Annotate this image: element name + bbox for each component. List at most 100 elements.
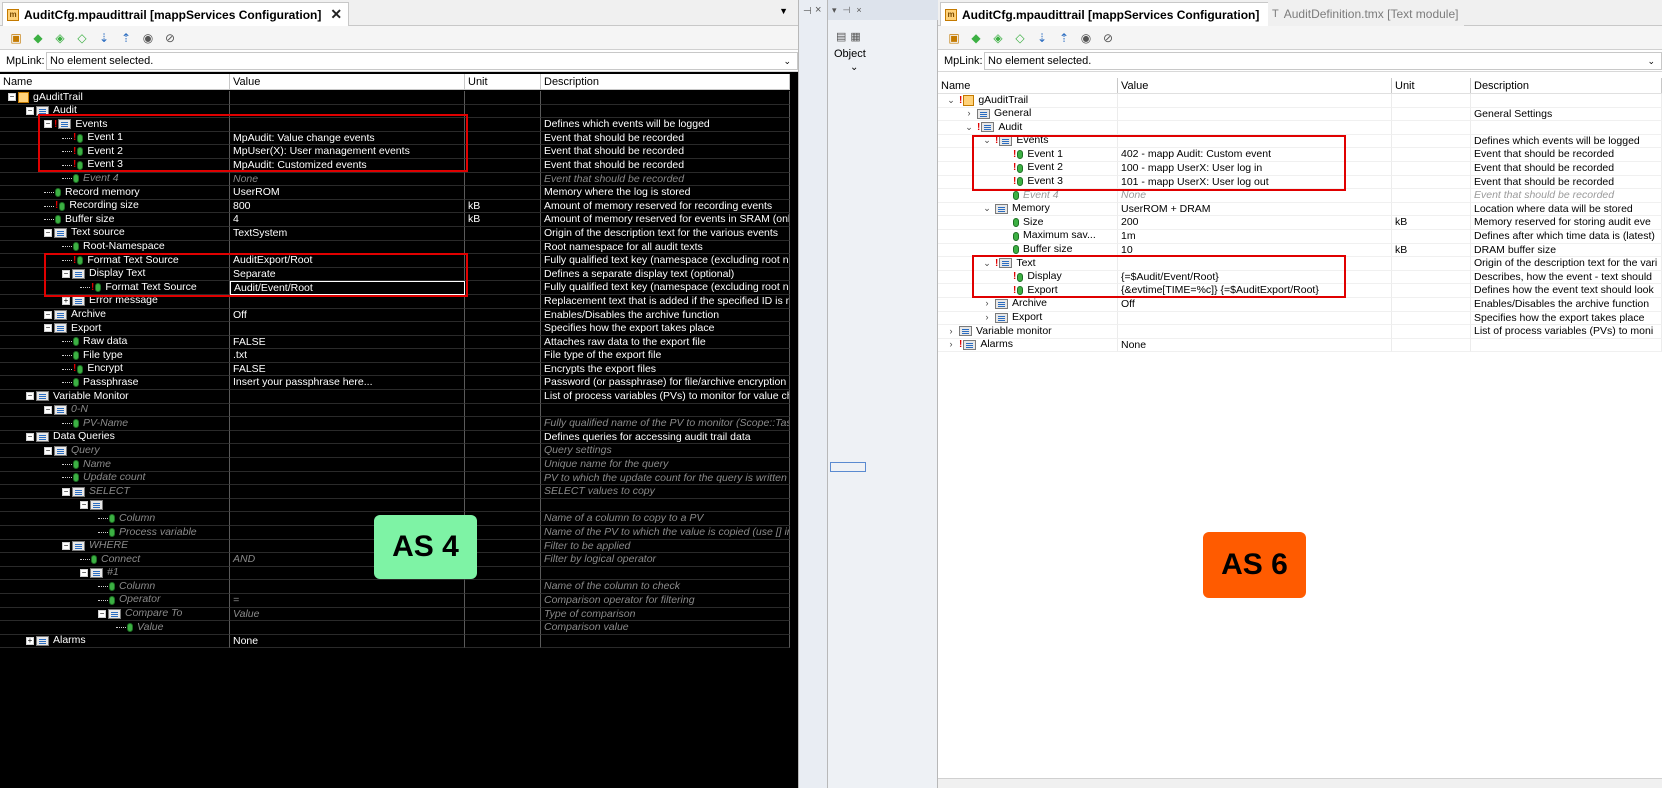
- add-group-icon[interactable]: ◇: [1010, 29, 1030, 47]
- tree-row[interactable]: ! Event 1 402 - mapp Audit: Custom event Ev…: [938, 148, 1662, 162]
- row-value-cell[interactable]: 101 - mapp UserX: User log out: [1118, 175, 1392, 190]
- row-value-cell[interactable]: Off: [230, 308, 465, 323]
- tree-row[interactable]: − Audit: [0, 104, 790, 119]
- row-value-cell[interactable]: FALSE: [230, 335, 465, 350]
- row-name-cell[interactable]: ! Event 3: [0, 158, 230, 173]
- chevron-down-icon[interactable]: ⌄: [982, 257, 992, 270]
- row-value-cell[interactable]: 4: [230, 213, 465, 227]
- row-name-cell[interactable]: Record memory: [0, 186, 230, 200]
- row-name-cell[interactable]: ⌄! Audit: [938, 121, 1118, 135]
- row-name-cell[interactable]: −! Events: [0, 118, 230, 132]
- row-value-cell[interactable]: [1118, 134, 1392, 149]
- tree-row[interactable]: › Variable monitor List of process variabl…: [938, 325, 1662, 339]
- expand-toggle-icon[interactable]: −: [44, 120, 52, 129]
- add-group-icon[interactable]: ◇: [72, 29, 92, 47]
- row-name-cell[interactable]: − Variable Monitor: [0, 390, 230, 404]
- row-name-cell[interactable]: ! Encrypt: [0, 362, 230, 377]
- row-value-cell[interactable]: [230, 91, 465, 105]
- row-name-cell[interactable]: Connect: [0, 553, 230, 567]
- add-element-icon[interactable]: ◆: [966, 29, 986, 47]
- row-value-cell[interactable]: [1118, 121, 1392, 135]
- row-value-cell[interactable]: [230, 294, 465, 309]
- chevron-down-icon[interactable]: ⌄: [982, 135, 992, 148]
- row-name-cell[interactable]: ! Event 1: [0, 131, 230, 146]
- row-value-cell[interactable]: [230, 118, 465, 132]
- tree-row[interactable]: ⌄! Events Defines which events will be log…: [938, 134, 1662, 149]
- row-name-cell[interactable]: Column: [0, 580, 230, 594]
- row-value-cell[interactable]: None: [1118, 338, 1392, 353]
- row-value-cell[interactable]: 402 - mapp Audit: Custom event: [1118, 148, 1392, 162]
- row-name-cell[interactable]: Event 4: [938, 189, 1118, 203]
- tree-row[interactable]: ⌄! Audit: [938, 121, 1662, 135]
- row-value-cell[interactable]: [230, 403, 465, 418]
- row-name-cell[interactable]: − Audit: [0, 104, 230, 119]
- row-name-cell[interactable]: − Text source: [0, 226, 230, 241]
- row-name-cell[interactable]: Root-Namespace: [0, 240, 230, 255]
- row-value-cell[interactable]: [230, 390, 465, 404]
- row-value-cell[interactable]: {=$Audit/Event/Root}: [1118, 270, 1392, 285]
- row-name-cell[interactable]: − gAuditTrail: [0, 91, 230, 105]
- tree-row[interactable]: Update count PV to which the update count…: [0, 471, 790, 486]
- row-value-cell[interactable]: 200: [1118, 216, 1392, 230]
- chevron-right-icon[interactable]: ›: [946, 339, 956, 352]
- row-value-cell[interactable]: AuditExport/Root: [230, 254, 465, 268]
- row-name-cell[interactable]: ›! Alarms: [938, 338, 1118, 353]
- tree-row[interactable]: − Archive Off Enables/Disables the archive …: [0, 308, 790, 323]
- tree-row[interactable]: ! Recording size 800 kB Amount of memory res…: [0, 199, 790, 214]
- tree-row[interactable]: ! Event 2 MpUser(X): User management event…: [0, 145, 790, 159]
- row-name-cell[interactable]: Update count: [0, 471, 230, 486]
- row-name-cell[interactable]: Name: [0, 458, 230, 472]
- tree-row[interactable]: Column Name of the column to check: [0, 580, 790, 594]
- row-value-cell[interactable]: Insert your passphrase here...: [230, 376, 465, 391]
- row-value-cell[interactable]: [230, 444, 465, 459]
- open-config-icon[interactable]: ▣: [944, 29, 964, 47]
- row-name-cell[interactable]: − Export: [0, 322, 230, 336]
- row-name-cell[interactable]: − 0-N: [0, 403, 230, 418]
- expand-toggle-icon[interactable]: +: [26, 637, 34, 646]
- expand-toggle-icon[interactable]: −: [44, 405, 52, 414]
- row-value-cell[interactable]: [230, 240, 465, 255]
- tree-row[interactable]: − gAuditTrail: [0, 91, 790, 105]
- tree-row[interactable]: › Archive Off Enables/Disables the archive …: [938, 297, 1662, 312]
- row-value-cell[interactable]: Off: [1118, 297, 1392, 312]
- row-name-cell[interactable]: ! Export: [938, 284, 1118, 298]
- expand-toggle-icon[interactable]: −: [80, 569, 88, 578]
- row-name-cell[interactable]: › Archive: [938, 297, 1118, 312]
- row-name-cell[interactable]: Raw data: [0, 335, 230, 350]
- row-name-cell[interactable]: Column: [0, 512, 230, 526]
- tree-row[interactable]: ›! Alarms None: [938, 338, 1662, 353]
- tree-row[interactable]: › Export Specifies how the export takes pl…: [938, 311, 1662, 326]
- row-name-cell[interactable]: − WHERE: [0, 539, 230, 554]
- column-header-unit[interactable]: Unit: [465, 74, 541, 89]
- row-name-cell[interactable]: Buffer size: [938, 243, 1118, 258]
- row-name-cell[interactable]: ⌄! gAuditTrail: [938, 94, 1118, 108]
- row-name-cell[interactable]: Event 4: [0, 172, 230, 187]
- row-name-cell[interactable]: ! Event 3: [938, 175, 1118, 190]
- row-value-cell[interactable]: [230, 104, 465, 119]
- tree-row[interactable]: Root-Namespace Root namespace for all aud…: [0, 240, 790, 255]
- row-value-cell[interactable]: =: [230, 593, 465, 608]
- column-header-description[interactable]: Description: [541, 74, 790, 89]
- row-name-cell[interactable]: ! Event 2: [938, 161, 1118, 176]
- row-value-cell[interactable]: MpAudit: Customized events: [230, 158, 465, 173]
- row-value-cell[interactable]: [230, 430, 465, 445]
- tree-row[interactable]: −: [0, 498, 790, 513]
- sort-descending-icon[interactable]: ⇡: [1054, 29, 1074, 47]
- panel-close-icon[interactable]: ×: [856, 5, 861, 15]
- expand-toggle-icon[interactable]: −: [80, 501, 88, 510]
- expand-toggle-icon[interactable]: −: [8, 93, 16, 102]
- row-name-cell[interactable]: Buffer size: [0, 213, 230, 227]
- settings-icon[interactable]: ◉: [1076, 29, 1096, 47]
- tree-row[interactable]: Buffer size 4 kB Amount of memory reserved …: [0, 213, 790, 227]
- tree-row[interactable]: ! Encrypt FALSE Encrypts the export files: [0, 362, 790, 377]
- tree-row[interactable]: − Compare To Value Type of comparison: [0, 607, 790, 622]
- object-view-icon[interactable]: ▤: [836, 30, 846, 43]
- row-value-cell[interactable]: None: [230, 172, 465, 187]
- add-element-icon[interactable]: ◆: [28, 29, 48, 47]
- tree-row[interactable]: Raw data FALSE Attaches raw data to the ex…: [0, 335, 790, 350]
- sort-ascending-icon[interactable]: ⇣: [94, 29, 114, 47]
- panel-menu-icon[interactable]: ▾: [832, 5, 837, 16]
- row-value-cell[interactable]: [1118, 107, 1392, 122]
- horizontal-scrollbar[interactable]: [938, 778, 1662, 788]
- row-name-cell[interactable]: Value: [0, 621, 230, 635]
